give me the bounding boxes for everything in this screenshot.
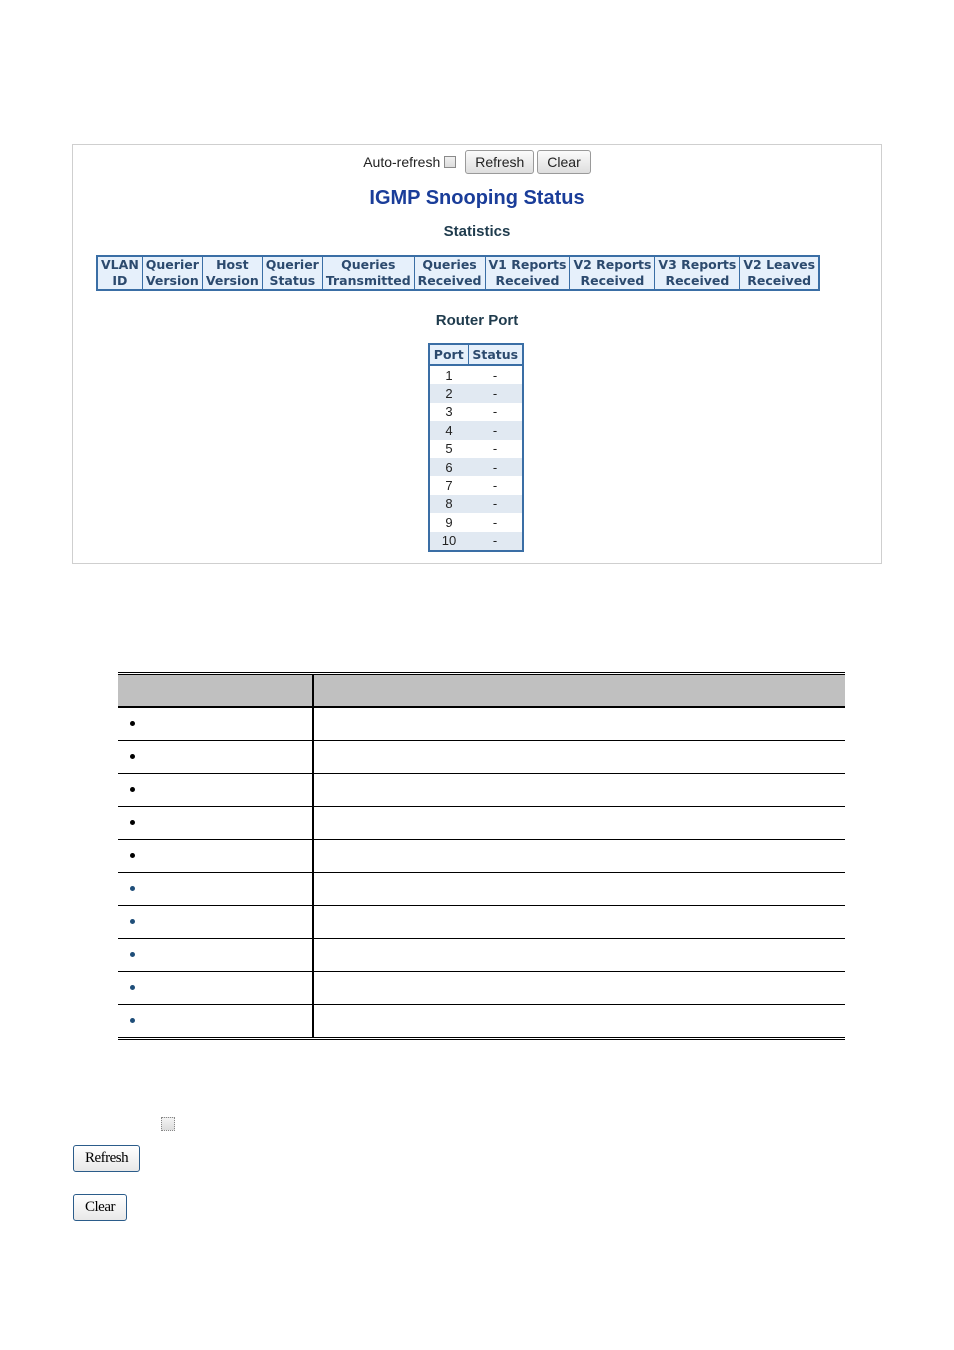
table-row xyxy=(118,971,845,1005)
bullet-icon xyxy=(130,721,135,727)
statistics-heading: Statistics xyxy=(443,223,511,240)
clear-button[interactable]: Clear xyxy=(537,150,591,174)
table-row xyxy=(118,740,845,774)
description-table xyxy=(118,672,845,1040)
table-row: 7- xyxy=(429,476,523,495)
table-row xyxy=(118,1004,845,1039)
refresh-button[interactable]: Refresh xyxy=(465,150,535,174)
bullet-icon xyxy=(130,754,135,760)
status-cell: - xyxy=(468,457,523,477)
refresh-button-doc[interactable]: Refresh xyxy=(73,1145,141,1172)
toolbar: Auto-refresh Refresh Clear xyxy=(73,150,881,174)
status-cell: - xyxy=(468,365,523,385)
bullet-icon xyxy=(130,886,135,892)
port-cell: 3 xyxy=(429,402,468,422)
table-row: 1- xyxy=(429,365,523,385)
table-row: 9- xyxy=(429,513,523,532)
status-cell: - xyxy=(468,402,523,422)
port-cell: 2 xyxy=(429,384,468,403)
statistics-header-row: VLAN ID Querier Version Host Version Querie… xyxy=(96,255,820,291)
bullet-icon xyxy=(130,853,135,859)
auto-refresh-label: Auto-refresh xyxy=(363,154,441,170)
table-row: 5- xyxy=(429,439,523,458)
igmp-snooping-status-panel: Auto-refresh Refresh Clear IGMP Snooping S… xyxy=(72,144,882,564)
port-cell: 8 xyxy=(429,494,468,514)
col-v2-leaves-received: V2 Leaves Received xyxy=(739,255,820,291)
auto-refresh-checkbox[interactable] xyxy=(444,156,457,168)
status-cell: - xyxy=(468,513,523,532)
col-port: Port xyxy=(428,343,469,366)
port-cell: 10 xyxy=(429,531,468,551)
port-cell: 6 xyxy=(429,457,468,477)
col-querier-status: Querier Status xyxy=(261,255,323,291)
col-v1-reports-received: V1 Reports Received xyxy=(484,255,571,291)
port-cell: 4 xyxy=(429,421,468,440)
table-row xyxy=(118,872,845,906)
port-cell: 5 xyxy=(429,439,468,458)
status-cell: - xyxy=(468,476,523,495)
table-row: 3- xyxy=(429,402,523,422)
col-queries-transmitted: Queries Transmitted xyxy=(321,255,415,291)
bullet-icon xyxy=(130,985,135,991)
bullet-icon xyxy=(130,952,135,958)
router-port-header-row: Port Status xyxy=(428,343,524,366)
status-cell: - xyxy=(468,384,523,403)
port-cell: 1 xyxy=(429,365,468,385)
auto-refresh-checkbox-doc[interactable] xyxy=(161,1117,175,1131)
bullet-icon xyxy=(130,919,135,925)
col-host-version: Host Version xyxy=(201,255,263,291)
port-cell: 9 xyxy=(429,513,468,532)
table-row xyxy=(118,905,845,939)
table-row xyxy=(118,806,845,840)
bullet-icon xyxy=(130,787,135,793)
col-querier-version: Querier Version xyxy=(141,255,203,291)
description-header-row xyxy=(118,673,845,708)
port-cell: 7 xyxy=(429,476,468,495)
table-row: 4- xyxy=(429,421,523,440)
col-v2-reports-received: V2 Reports Received xyxy=(569,255,656,291)
table-row: 2- xyxy=(429,384,523,403)
header-object-cell xyxy=(118,673,314,708)
status-cell: - xyxy=(468,439,523,458)
bullet-icon xyxy=(130,820,135,826)
status-cell: - xyxy=(468,531,523,551)
status-cell: - xyxy=(468,494,523,514)
table-row: 8- xyxy=(429,494,523,514)
table-row xyxy=(118,773,845,807)
page-title: IGMP Snooping Status xyxy=(369,187,585,209)
router-port-table: Port Status 1- 2- 3- 4- 5- 6- 7- 8- 9- 1… xyxy=(428,343,524,552)
col-v3-reports-received: V3 Reports Received xyxy=(654,255,741,291)
header-description-cell xyxy=(313,673,845,708)
col-status: Status xyxy=(467,343,524,366)
table-row xyxy=(118,839,845,873)
router-port-heading: Router Port xyxy=(435,312,519,329)
table-row: 6- xyxy=(429,457,523,477)
table-row xyxy=(118,938,845,972)
col-vlan-id: VLAN ID xyxy=(96,255,143,291)
bullet-icon xyxy=(130,1018,135,1024)
statistics-table: VLAN ID Querier Version Host Version Querie… xyxy=(96,255,821,291)
status-cell: - xyxy=(468,421,523,440)
table-row: 10- xyxy=(429,531,523,551)
clear-button-doc[interactable]: Clear xyxy=(73,1194,127,1221)
table-row xyxy=(118,707,845,741)
col-queries-received: Queries Received xyxy=(413,255,486,291)
